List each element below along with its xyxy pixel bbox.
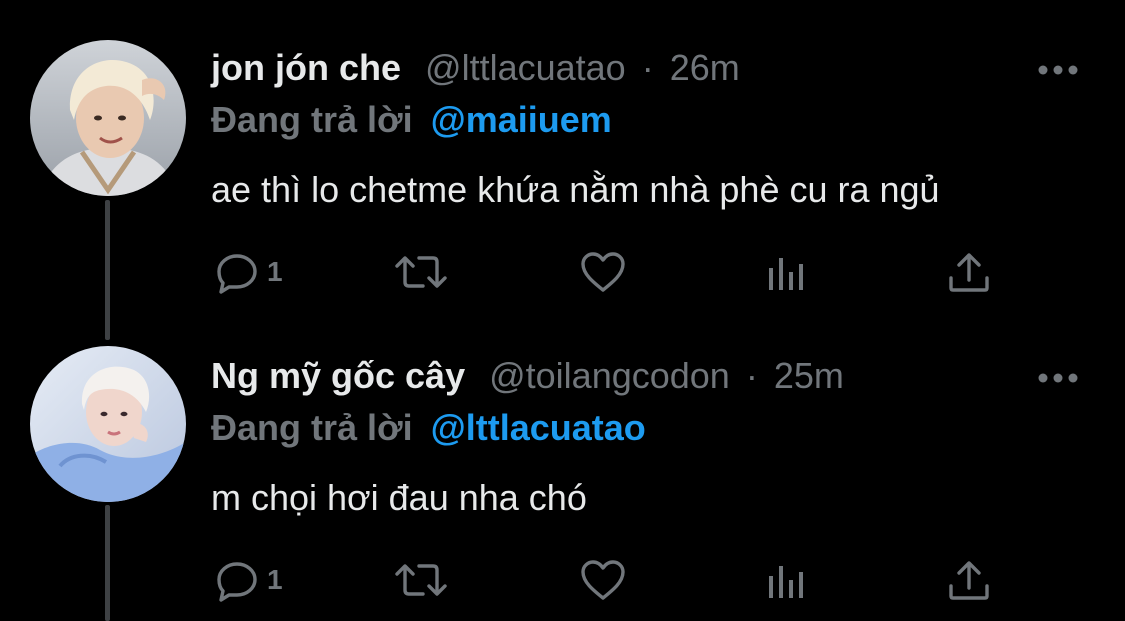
reply-icon [217,254,257,294]
replying-to-label: Đang trả lời [211,407,413,448]
reply-button[interactable]: 1 [215,248,283,296]
replying-to-label: Đang trả lời [211,99,413,140]
mention-link[interactable]: @lttlacuatao [431,407,646,448]
more-options-button[interactable] [1033,58,1083,82]
more-options-button[interactable] [1033,366,1083,390]
tweet-content: Ng mỹ gốc cây @toilangcodon · 25m Đang t… [211,356,1095,616]
tweet-header: jon jón che @lttlacuatao · 26m [211,48,740,88]
user-handle[interactable]: @toilangcodon [489,355,730,396]
retweet-icon [395,256,447,288]
retweet-button[interactable] [395,248,447,296]
like-icon [581,560,625,600]
action-bar: 1 [211,248,1011,296]
action-bar: 1 [211,556,1011,604]
analytics-icon [769,258,803,290]
share-button[interactable] [947,248,991,296]
more-icon [1038,65,1078,75]
tweet[interactable]: jon jón che @lttlacuatao · 26m Đang trả … [0,0,1125,320]
separator-dot: · [745,355,758,396]
avatar[interactable] [30,346,186,502]
display-name[interactable]: Ng mỹ gốc cây [211,355,465,396]
share-icon [949,561,989,600]
like-button[interactable] [579,556,627,604]
more-icon [1038,373,1078,383]
analytics-icon [769,566,803,598]
tweet[interactable]: Ng mỹ gốc cây @toilangcodon · 25m Đang t… [0,320,1125,621]
share-button[interactable] [947,556,991,604]
share-icon [949,253,989,292]
retweet-button[interactable] [395,556,447,604]
analytics-button[interactable] [767,556,807,604]
avatar[interactable] [30,40,186,196]
replying-to-line: Đang trả lời @maiiuem [211,100,612,140]
tweet-text: m chọi hơi đau nha chó [211,477,587,518]
user-handle[interactable]: @lttlacuatao [425,47,626,88]
tweet-header: Ng mỹ gốc cây @toilangcodon · 25m [211,356,844,396]
mention-link[interactable]: @maiiuem [431,99,612,140]
reply-button[interactable]: 1 [215,556,283,604]
like-icon [581,252,625,292]
separator-dot: · [641,47,654,88]
like-button[interactable] [579,248,627,296]
retweet-icon [395,564,447,596]
replying-to-line: Đang trả lời @lttlacuatao [211,408,646,448]
reply-icon [217,562,257,602]
reply-count: 1 [267,256,283,287]
tweet-text: ae thì lo chetme khứa nằm nhà phè cu ra … [211,169,940,210]
reply-count: 1 [267,564,283,595]
display-name[interactable]: jon jón che [211,47,401,88]
timestamp[interactable]: 25m [774,355,844,396]
analytics-button[interactable] [767,248,807,296]
timestamp[interactable]: 26m [670,47,740,88]
tweet-content: jon jón che @lttlacuatao · 26m Đang trả … [211,48,1095,308]
